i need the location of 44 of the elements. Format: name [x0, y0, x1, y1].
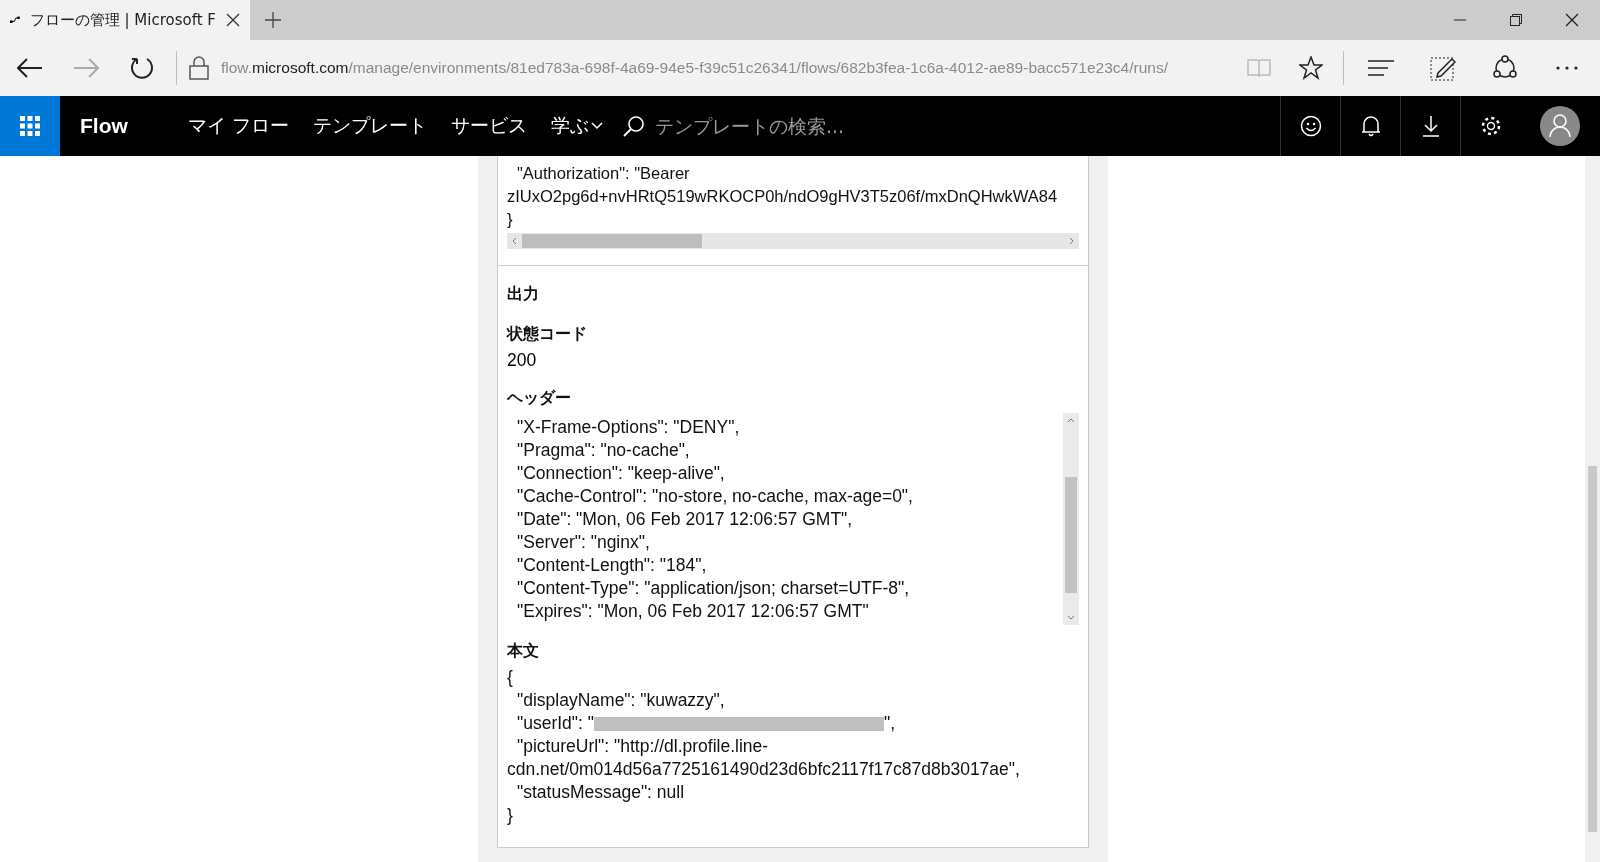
caret-icon: [590, 122, 603, 130]
nav-item[interactable]: サービス: [438, 113, 539, 139]
code-line: {: [507, 666, 514, 689]
nav-item[interactable]: テンプレート: [300, 113, 439, 139]
scroll-up-icon[interactable]: [1067, 417, 1075, 425]
code-line: "statusMessage": null: [516, 781, 686, 804]
scroll-left-icon[interactable]: [511, 237, 519, 245]
search-icon[interactable]: [622, 115, 645, 137]
code-line: cdn.net/0m014d56a7725161490d23d6bfc2117f17c87d8b3017ae",: [507, 758, 1021, 781]
app-name: Flow: [80, 114, 128, 138]
section-heading: 出力: [507, 283, 540, 305]
horizontal-scrollbar[interactable]: [507, 233, 1079, 249]
code-line: "Expires": "Mon, 06 Feb 2017 12:06:57 GMT": [516, 600, 870, 623]
code-line: "Authorization": "Bearer: [516, 163, 691, 184]
code-line: }: [507, 804, 514, 827]
code-line: }: [507, 209, 514, 230]
code-line: "Connection": "keep-alive",: [516, 462, 726, 485]
user-avatar[interactable]: [1540, 106, 1580, 146]
field-label: 状態コード: [507, 323, 588, 345]
scroll-down-icon[interactable]: [1067, 613, 1075, 621]
tab-title: フローの管理 | Microsoft F: [29, 10, 216, 30]
lock-icon: [189, 56, 209, 80]
code-line: "Content-Length": "184",: [516, 554, 708, 577]
code-line: "X-Frame-Options": "DENY",: [516, 416, 741, 439]
code-line: "Cache-Control": "no-store, no-cache, max-age=0",: [516, 485, 914, 508]
code-line: "Server": "nginx",: [516, 531, 651, 554]
search-field[interactable]: テンプレートの検索...: [652, 114, 957, 138]
page-scrollbar[interactable]: [1585, 156, 1600, 862]
code-line: "userId": " ",: [516, 712, 897, 735]
vertical-scrollbar[interactable]: [1063, 413, 1079, 625]
nav-item[interactable]: 学ぶ: [538, 113, 615, 139]
code-line: "displayName": "kuwazzy",: [516, 689, 726, 712]
field-label: ヘッダー: [507, 387, 572, 409]
browser-tab[interactable]: フローの管理 | Microsoft F: [0, 0, 250, 40]
code-line: zIUxO2pg6d+nvHRtQ519wRKOCP0h/ndO9gHV3T5z06f/mxDnQHwkWA84: [507, 186, 1059, 207]
nav-item[interactable]: マイ フロー: [175, 113, 301, 139]
app-launcher-grid-icon[interactable]: [0, 96, 60, 156]
code-line: "Date": "Mon, 06 Feb 2017 12:06:57 GMT",: [516, 508, 854, 531]
scroll-right-icon[interactable]: [1067, 237, 1075, 245]
field-label: 本文: [507, 640, 540, 662]
status-code-value: 200: [507, 349, 538, 372]
code-line: "Pragma": "no-cache",: [516, 439, 691, 462]
code-line: "Content-Type": "application/json; charset=UTF-8",: [516, 577, 911, 600]
code-line: "pictureUrl": "http://dl.profile.line-: [516, 735, 770, 758]
